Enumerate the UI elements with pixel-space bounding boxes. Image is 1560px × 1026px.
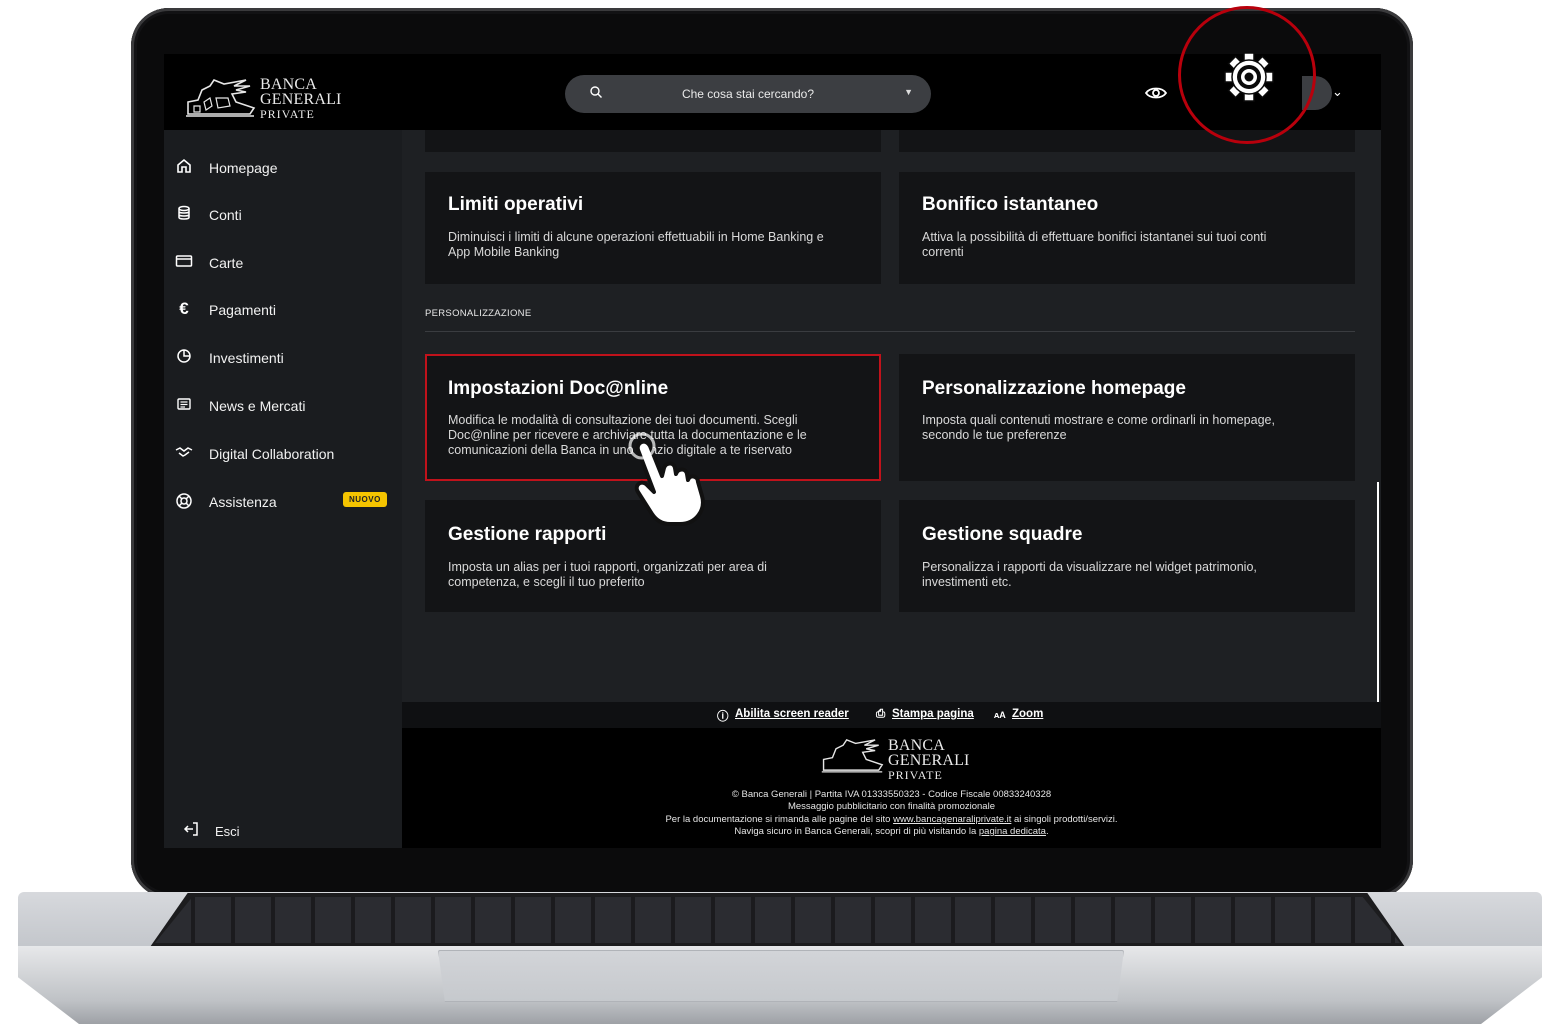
lion-logo-icon xyxy=(821,739,884,773)
home-icon xyxy=(175,158,193,176)
card-personalizzazione-homepage[interactable]: Personalizzazione homepage Imposta quali… xyxy=(899,354,1355,481)
sidebar-item-label: Pagamenti xyxy=(209,302,276,318)
sidebar-item-label: Assistenza xyxy=(209,494,277,510)
app-screen: BANCA GENERALI PRIVATE Che cosa stai cer… xyxy=(164,54,1381,848)
footer-legal-line: Messaggio pubblicitario con finalità pro… xyxy=(787,801,995,812)
search-placeholder: Che cosa stai cercando? xyxy=(681,87,815,101)
chevron-down-icon[interactable]: ⌄ xyxy=(1332,84,1343,100)
print-link[interactable]: Stampa pagina xyxy=(892,708,974,720)
footer-text: . xyxy=(1045,826,1049,837)
card-desc-line: Diminuisci i limiti di alcune operazioni… xyxy=(448,230,824,244)
zoom-icon: ᴀA xyxy=(994,710,1006,720)
card-title: Personalizzazione homepage xyxy=(922,378,1186,399)
handshake-icon xyxy=(175,444,193,462)
footer-logo: BANCA GENERALI PRIVATE xyxy=(820,736,969,782)
footer-logo-line2: GENERALI xyxy=(888,752,970,769)
card-desc-line: correnti xyxy=(922,245,964,259)
sidebar-item-label: Homepage xyxy=(209,160,278,176)
footer-logo-line3: PRIVATE xyxy=(888,768,943,782)
card-desc-line: competenza, e scegli il tuo preferito xyxy=(448,575,645,589)
sidebar-item-homepage[interactable]: Homepage xyxy=(164,148,402,188)
sidebar-item-carte[interactable]: Carte xyxy=(164,243,402,283)
search-dropdown-icon[interactable]: ▼ xyxy=(904,87,913,97)
card-title: Gestione rapporti xyxy=(448,524,607,545)
card-desc-line: App Mobile Banking xyxy=(448,245,560,259)
card-partial-top-right[interactable] xyxy=(899,130,1355,152)
lifebuoy-icon xyxy=(175,492,193,510)
info-icon: ⓘ xyxy=(717,711,729,723)
sidebar-item-digital-collaboration[interactable]: Digital Collaboration xyxy=(164,434,402,474)
sidebar-item-news-e-mercati[interactable]: News e Mercati xyxy=(164,386,402,426)
sidebar-item-pagamenti[interactable]: € Pagamenti xyxy=(164,290,402,330)
search-box[interactable]: Che cosa stai cercando? ▼ xyxy=(565,75,931,113)
section-divider xyxy=(425,331,1355,332)
pie-chart-icon xyxy=(175,348,193,366)
sidebar-item-label: Digital Collaboration xyxy=(209,446,335,462)
euro-icon: € xyxy=(179,299,189,318)
sidebar-item-label: Carte xyxy=(209,255,244,271)
card-desc-line: Imposta quali contenuti mostrare e come … xyxy=(922,413,1275,427)
database-icon xyxy=(175,205,193,223)
footer-legal-line: Naviga sicuro in Banca Generali, scopri … xyxy=(402,826,1381,837)
news-icon xyxy=(175,396,193,414)
site-link[interactable]: www.bancagenaraliprivate.it xyxy=(893,814,1011,825)
eye-icon[interactable] xyxy=(1144,85,1168,101)
card-desc-line: secondo le tue preferenze xyxy=(922,428,1067,442)
footer-text: ai singoli prodotti/servizi. xyxy=(1014,814,1118,825)
logo-line2: GENERALI xyxy=(260,91,342,108)
footer: BANCA GENERALI PRIVATE © Banca Generali … xyxy=(402,728,1381,848)
lion-logo-icon xyxy=(186,79,256,117)
section-title: PERSONALIZZAZIONE xyxy=(425,308,532,319)
sidebar-item-label: Conti xyxy=(209,207,242,223)
gear-icon[interactable] xyxy=(1222,50,1276,104)
new-badge: NUOVO xyxy=(343,492,387,507)
logo-line1: BANCA xyxy=(260,76,318,93)
keyboard-keys xyxy=(155,897,1400,943)
print-icon: ⎙ xyxy=(876,708,886,720)
zoom-link[interactable]: Zoom xyxy=(1012,708,1043,720)
sidebar-item-label: News e Mercati xyxy=(209,398,306,414)
card-title: Limiti operativi xyxy=(448,194,584,215)
sidebar: Homepage Conti Carte € Pagamenti Investi… xyxy=(164,130,402,848)
sidebar-item-assistenza[interactable]: Assistenza NUOVO xyxy=(164,482,402,522)
laptop-trackpad xyxy=(438,950,1124,1002)
dedicated-page-link[interactable]: pagina dedicata xyxy=(979,826,1046,837)
card-desc-line: Imposta un alias per i tuoi rapporti, or… xyxy=(448,560,767,574)
footer-text: Per la documentazione si rimanda alle pa… xyxy=(665,814,891,825)
card-limiti-operativi[interactable]: Limiti operativi Diminuisci i limiti di … xyxy=(425,172,881,284)
footer-legal-line: Per la documentazione si rimanda alle pa… xyxy=(402,814,1381,825)
footer-text: Naviga sicuro in Banca Generali, scopri … xyxy=(734,826,977,837)
sidebar-item-conti[interactable]: Conti xyxy=(164,195,402,235)
logout-button[interactable]: Esci xyxy=(164,816,402,848)
screen-reader-link[interactable]: Abilita screen reader xyxy=(735,708,849,720)
footer-legal-line: © Banca Generali | Partita IVA 013335503… xyxy=(731,789,1052,800)
card-desc-line: Attiva la possibilità di effettuare boni… xyxy=(922,230,1267,244)
card-icon xyxy=(175,253,193,271)
accessibility-bar: ⓘ Abilita screen reader ⎙ Stampa pagina … xyxy=(402,702,1381,728)
footer-logo-line1: BANCA xyxy=(888,737,946,754)
card-gestione-squadre[interactable]: Gestione squadre Personalizza i rapporti… xyxy=(899,500,1355,612)
logo-line3: PRIVATE xyxy=(260,107,315,121)
sidebar-item-investimenti[interactable]: Investimenti xyxy=(164,338,402,378)
card-partial-top-left[interactable] xyxy=(425,130,881,152)
logout-label: Esci xyxy=(215,824,240,839)
sidebar-item-label: Investimenti xyxy=(209,350,284,366)
card-title: Bonifico istantaneo xyxy=(922,194,1099,215)
card-bonifico-istantaneo[interactable]: Bonifico istantaneo Attiva la possibilit… xyxy=(899,172,1355,284)
card-title: Gestione squadre xyxy=(922,524,1083,545)
card-desc-line: investimenti etc. xyxy=(922,575,1012,589)
logout-icon xyxy=(183,822,199,839)
card-desc-line: Personalizza i rapporti da visualizzare … xyxy=(922,560,1257,574)
pointer-hand-icon xyxy=(628,432,705,526)
